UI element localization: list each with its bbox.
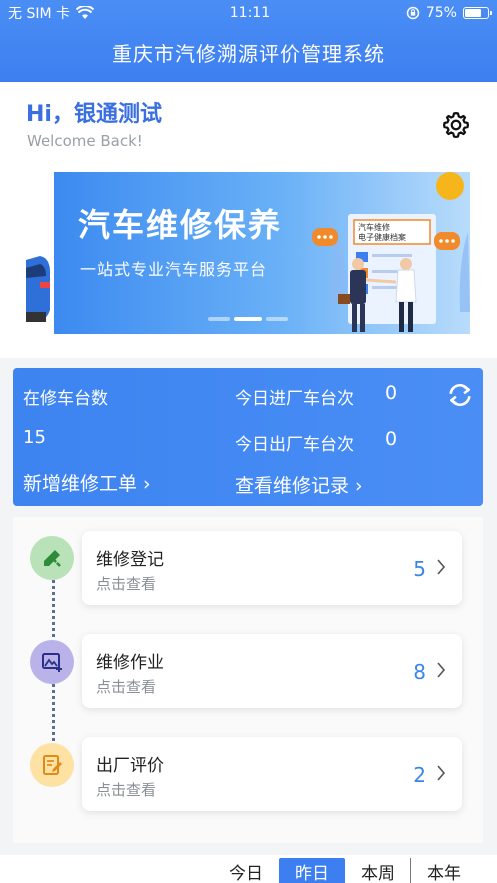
step-icon-circle [30,536,74,580]
step-title: 出厂评价 [96,756,164,776]
carousel-indicator [208,317,288,321]
step-count: 5 [413,557,426,581]
tab-today[interactable]: 今日 [222,858,270,883]
battery-percent: 75% [425,5,457,21]
chevron-right-icon [437,559,446,575]
step-hint: 点击查看 [96,781,157,799]
step-count: 8 [413,660,426,684]
tab-this-year[interactable]: 本年 [420,858,468,883]
image-upload-icon [42,653,62,672]
doc-label-1: 汽车维修 [358,222,390,232]
step-icon-circle [30,640,74,684]
banner-title: 汽车维修保养 [78,206,283,244]
clock-text: 11:11 [229,5,271,21]
step-count: 2 [413,763,426,787]
workflow-timeline: 维修登记 点击查看 5 维修作业 点击查看 8 出厂评价 点击查看 2 [13,517,483,843]
document-edit-icon [43,755,62,775]
chevron-right-icon [437,662,446,678]
doc-label-2: 电子健康档案 [358,232,406,242]
welcome-subtitle: Welcome Back! [27,132,143,150]
chevron-right-icon [437,765,446,781]
step-hint: 点击查看 [96,575,157,593]
gear-icon[interactable] [441,110,471,140]
view-records-link[interactable]: 查看维修记录 › [235,471,363,498]
wifi-icon [76,6,94,19]
step-title: 维修登记 [96,550,164,570]
banner-carousel[interactable]: 汽车维修保养 一站式专业汽车服务平台 汽车维修 电子健康档案 [26,172,470,334]
welcome-section: Hi，银通测试 Welcome Back! 汽车维修保养 一站式专业汽车服务平台… [0,82,497,358]
period-tabs: 今日 昨日 本周 本年 [0,855,497,883]
step-card-work[interactable]: 维修作业 点击查看 8 [82,634,462,708]
tab-yesterday[interactable]: 昨日 [279,858,345,883]
banner-subtitle: 一站式专业汽车服务平台 [80,260,268,279]
step-hint: 点击查看 [96,678,157,696]
step-icon-circle [30,743,74,787]
carrier-text: 无 SIM 卡 [8,6,70,22]
banner-slide[interactable]: 汽车维修保养 一站式专业汽车服务平台 汽车维修 电子健康档案 [54,172,470,334]
orientation-lock-icon [406,6,420,20]
today-in-label: 今日进厂车台次 [235,389,354,409]
tab-this-week[interactable]: 本周 [354,858,402,883]
stats-panel: 在修车台数 15 今日进厂车台次 0 今日出厂车台次 0 新增维修工单 › 查看… [13,368,483,506]
tab-divider [410,858,411,883]
today-out-label: 今日出厂车台次 [235,435,354,455]
app-title: 重庆市汽修溯源评价管理系统 [112,42,385,66]
today-out-value: 0 [385,428,398,450]
step-card-registration[interactable]: 维修登记 点击查看 5 [82,531,462,605]
status-bar: 无 SIM 卡 11:11 75% [0,0,497,26]
app-header: 无 SIM 卡 11:11 75% 重庆市汽修溯源评价管理系统 [0,0,497,82]
today-in-value: 0 [385,382,398,404]
in-repair-value: 15 [23,427,46,448]
step-title: 维修作业 [96,653,164,673]
refresh-icon[interactable] [446,381,474,409]
car-image-peek [26,172,52,334]
battery-icon [462,7,492,19]
pencil-ruler-icon [44,550,61,567]
new-order-link[interactable]: 新增维修工单 › [23,469,151,496]
greeting-text: Hi，银通测试 [26,102,162,127]
in-repair-label: 在修车台数 [23,389,108,409]
banner-illustration: 汽车维修 电子健康档案 [312,172,470,332]
step-card-evaluation[interactable]: 出厂评价 点击查看 2 [82,737,462,811]
